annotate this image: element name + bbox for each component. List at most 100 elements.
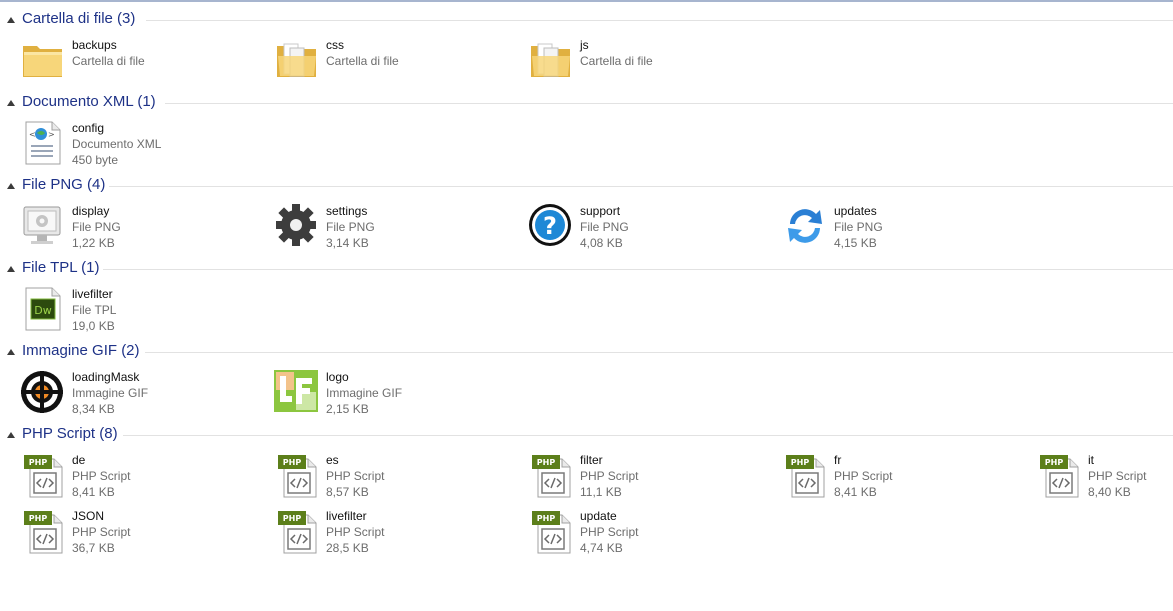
item-size: 8,40 KB bbox=[1088, 485, 1131, 499]
php-badge-text: PHP bbox=[283, 514, 302, 523]
item-type: Immagine GIF bbox=[326, 386, 403, 400]
group-divider bbox=[109, 186, 1173, 187]
php-file-icon: PHP bbox=[782, 451, 830, 499]
list-item[interactable]: updates File PNG 4,15 KB bbox=[782, 202, 1022, 254]
list-item[interactable]: PHP es PHP Script 8,57 KB bbox=[274, 451, 514, 503]
display-icon bbox=[20, 202, 68, 250]
item-size: 11,1 KB bbox=[580, 485, 622, 499]
group-header[interactable]: Cartella di file (3) bbox=[0, 10, 1173, 30]
item-name: js bbox=[580, 38, 589, 52]
list-item[interactable]: PHP filter PHP Script 11,1 KB bbox=[528, 451, 768, 503]
collapse-triangle-icon[interactable] bbox=[7, 183, 15, 189]
collapse-triangle-icon[interactable] bbox=[7, 17, 15, 23]
item-name: livefilter bbox=[326, 509, 367, 523]
lf-logo-icon bbox=[274, 368, 322, 416]
php-file-icon: PHP bbox=[528, 507, 576, 555]
list-item[interactable]: PHP livefilter PHP Script 28,5 KB bbox=[274, 507, 514, 559]
folder-empty-icon bbox=[20, 36, 68, 84]
item-name: filter bbox=[580, 453, 603, 467]
php-file-icon: PHP bbox=[274, 507, 322, 555]
folder-icon bbox=[274, 36, 322, 84]
item-type: PHP Script bbox=[580, 525, 639, 539]
group-header[interactable]: Documento XML (1) bbox=[0, 93, 1173, 113]
item-type: File PNG bbox=[72, 220, 121, 234]
item-name: es bbox=[326, 453, 339, 467]
list-item[interactable]: backups Cartella di file bbox=[20, 36, 260, 88]
item-name: backups bbox=[72, 38, 117, 52]
collapse-triangle-icon[interactable] bbox=[7, 266, 15, 272]
php-file-icon: PHP bbox=[20, 507, 68, 555]
item-name: support bbox=[580, 204, 621, 218]
help-icon: ? bbox=[528, 202, 576, 250]
item-size: 19,0 KB bbox=[72, 319, 115, 333]
list-item[interactable]: ? support File PNG 4,08 KB bbox=[528, 202, 768, 254]
collapse-triangle-icon[interactable] bbox=[7, 349, 15, 355]
item-size: 8,41 KB bbox=[834, 485, 877, 499]
item-name: fr bbox=[834, 453, 842, 467]
list-item[interactable]: css Cartella di file bbox=[274, 36, 514, 88]
item-size: 36,7 KB bbox=[72, 541, 115, 555]
item-size: 3,14 KB bbox=[326, 236, 369, 250]
php-badge-text: PHP bbox=[283, 458, 302, 467]
item-name: config bbox=[72, 121, 105, 135]
item-type: File PNG bbox=[834, 220, 883, 234]
list-item[interactable]: Dw livefilter File TPL 19,0 KB bbox=[20, 285, 260, 337]
item-type: File PNG bbox=[580, 220, 629, 234]
item-name: it bbox=[1088, 453, 1094, 467]
item-size: 8,57 KB bbox=[326, 485, 369, 499]
group-title: Cartella di file (3) bbox=[22, 10, 136, 27]
php-file-icon: PHP bbox=[20, 451, 68, 499]
item-type: File TPL bbox=[72, 303, 117, 317]
php-badge-text: PHP bbox=[29, 458, 48, 467]
item-type: File PNG bbox=[326, 220, 375, 234]
list-item[interactable]: display File PNG 1,22 KB bbox=[20, 202, 260, 254]
group-title: Immagine GIF (2) bbox=[22, 342, 140, 359]
item-type: PHP Script bbox=[326, 469, 385, 483]
group-divider bbox=[103, 269, 1173, 270]
php-badge-text: PHP bbox=[537, 514, 556, 523]
item-size: 4,74 KB bbox=[580, 541, 623, 555]
php-file-icon: PHP bbox=[1036, 451, 1084, 499]
item-type: Cartella di file bbox=[326, 54, 399, 68]
list-item[interactable]: settings File PNG 3,14 KB bbox=[274, 202, 514, 254]
group-header[interactable]: File PNG (4) bbox=[0, 176, 1173, 196]
group-title: PHP Script (8) bbox=[22, 425, 118, 442]
group-divider bbox=[145, 352, 1173, 353]
list-item[interactable]: PHP fr PHP Script 8,41 KB bbox=[782, 451, 1022, 503]
list-item[interactable]: < > config Documento XML 450 byte bbox=[20, 119, 260, 171]
item-name: de bbox=[72, 453, 86, 467]
collapse-triangle-icon[interactable] bbox=[7, 432, 15, 438]
group-header[interactable]: Immagine GIF (2) bbox=[0, 342, 1173, 362]
list-item[interactable]: loadingMask Immagine GIF 8,34 KB bbox=[20, 368, 260, 420]
item-size: 4,08 KB bbox=[580, 236, 623, 250]
item-type: Immagine GIF bbox=[72, 386, 149, 400]
item-size: 8,34 KB bbox=[72, 402, 115, 416]
collapse-triangle-icon[interactable] bbox=[7, 100, 15, 106]
php-badge-text: PHP bbox=[29, 514, 48, 523]
item-name: loadingMask bbox=[72, 370, 140, 384]
list-item[interactable]: PHP JSON PHP Script 36,7 KB bbox=[20, 507, 260, 559]
item-type: PHP Script bbox=[326, 525, 385, 539]
list-item[interactable]: logo Immagine GIF 2,15 KB bbox=[274, 368, 514, 420]
item-type: PHP Script bbox=[1088, 469, 1147, 483]
item-name: css bbox=[326, 38, 344, 52]
list-item[interactable]: PHP it PHP Script 8,40 KB bbox=[1036, 451, 1166, 503]
group-title: File TPL (1) bbox=[22, 259, 100, 276]
group-header[interactable]: PHP Script (8) bbox=[0, 425, 1173, 445]
item-size: 1,22 KB bbox=[72, 236, 115, 250]
gear-icon bbox=[274, 202, 322, 250]
group-header[interactable]: File TPL (1) bbox=[0, 259, 1173, 279]
item-type: PHP Script bbox=[834, 469, 893, 483]
php-file-icon: PHP bbox=[274, 451, 322, 499]
group-title: Documento XML (1) bbox=[22, 93, 156, 110]
group-divider bbox=[146, 20, 1173, 21]
php-badge-text: PHP bbox=[537, 458, 556, 467]
item-type: PHP Script bbox=[72, 525, 131, 539]
target-icon bbox=[20, 368, 68, 416]
list-item[interactable]: PHP update PHP Script 4,74 KB bbox=[528, 507, 768, 559]
list-item[interactable]: js Cartella di file bbox=[528, 36, 768, 88]
svg-text:<: < bbox=[29, 130, 36, 139]
list-item[interactable]: PHP de PHP Script 8,41 KB bbox=[20, 451, 260, 503]
svg-text:>: > bbox=[48, 130, 55, 139]
php-file-icon: PHP bbox=[528, 451, 576, 499]
